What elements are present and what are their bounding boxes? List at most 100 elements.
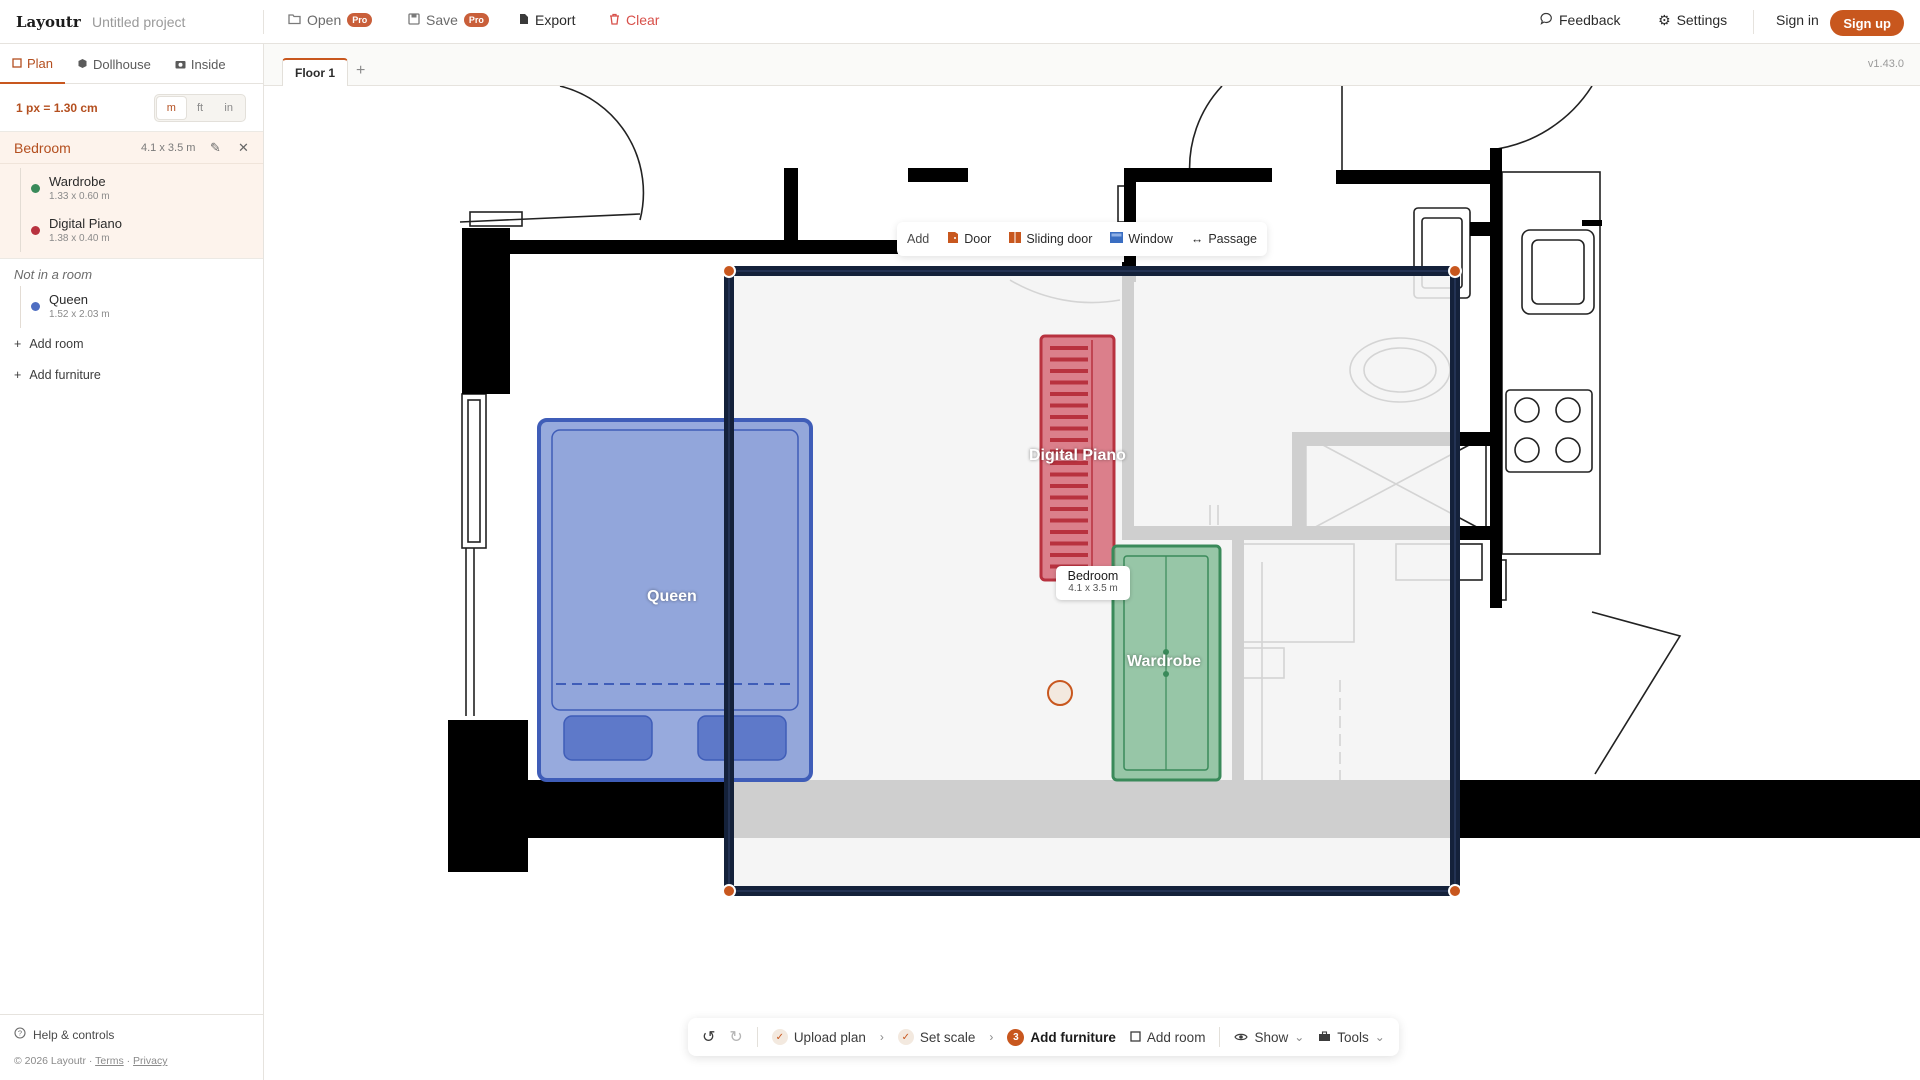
plus-icon: +	[14, 336, 22, 351]
room-tag-size: 4.1 x 3.5 m	[1068, 583, 1118, 594]
list-item[interactable]: Queen 1.52 x 2.03 m	[20, 286, 263, 328]
divider	[756, 1027, 758, 1047]
tools-menu[interactable]: Tools ⌄	[1318, 1030, 1385, 1045]
room-header[interactable]: Bedroom 4.1 x 3.5 m ✎ ✕	[0, 132, 263, 164]
eye-icon	[1234, 1030, 1249, 1045]
privacy-link[interactable]: Privacy	[133, 1055, 167, 1067]
plus-icon: +	[14, 367, 22, 382]
cube-icon	[77, 57, 88, 72]
file-icon	[519, 12, 529, 28]
bottom-toolbar: ↺ ↻ ✓ Upload plan › ✓ Set scale › 3 Add …	[688, 1018, 1399, 1056]
sign-up-button[interactable]: Sign up	[1830, 10, 1904, 36]
folder-icon	[288, 12, 301, 28]
tab-inside[interactable]: Inside	[163, 44, 238, 84]
window-icon	[1110, 232, 1124, 246]
item-name: Queen	[49, 292, 89, 307]
add-passage-button[interactable]: ↔ Passage	[1191, 232, 1257, 246]
list-item[interactable]: Wardrobe 1.33 x 0.60 m	[20, 168, 263, 210]
room-icon	[1130, 1030, 1141, 1045]
unit-m[interactable]: m	[157, 97, 186, 119]
export-button[interactable]: Export	[519, 12, 575, 28]
add-room-button[interactable]: + Add room	[0, 328, 263, 359]
floor-bar: Floor 1 + v1.43.0	[264, 44, 1920, 86]
settings-label: Settings	[1676, 12, 1728, 28]
divider	[1219, 1027, 1221, 1047]
step-number: 3	[1007, 1028, 1025, 1046]
unit-ft[interactable]: ft	[186, 97, 215, 119]
copyright-text: © 2026 Layoutr ·	[14, 1055, 93, 1067]
check-icon: ✓	[771, 1029, 788, 1045]
door-icon	[947, 231, 959, 247]
undo-button[interactable]: ↺	[702, 1027, 715, 1047]
separator-dot: ·	[126, 1055, 131, 1067]
add-door-button[interactable]: Door	[947, 231, 991, 247]
color-dot	[31, 302, 40, 311]
terms-link[interactable]: Terms	[95, 1055, 124, 1067]
pro-badge: Pro	[347, 13, 373, 27]
step-set-scale[interactable]: ✓ Set scale	[897, 1029, 975, 1045]
add-room-tool[interactable]: Add room	[1130, 1029, 1206, 1045]
room-tag-name: Bedroom	[1067, 569, 1119, 583]
room-name: Bedroom	[14, 140, 71, 156]
question-icon: ?	[14, 1027, 26, 1042]
close-icon[interactable]: ✕	[238, 140, 249, 156]
item-size: 1.38 x 0.40 m	[49, 233, 110, 244]
app-logo: Layoutr	[16, 13, 81, 31]
settings-button[interactable]: ⚙ Settings	[1658, 12, 1727, 28]
divider	[263, 10, 264, 34]
rotate-handle	[1047, 680, 1073, 706]
add-furniture-button[interactable]: + Add furniture	[0, 359, 263, 390]
sliding-door-icon	[1009, 231, 1022, 247]
plan-icon	[12, 56, 22, 71]
resize-handle	[1448, 884, 1462, 898]
scale-row: 1 px = 1.30 cm m ft in	[0, 84, 263, 132]
pencil-icon[interactable]: ✎	[210, 140, 221, 156]
list-item[interactable]: Digital Piano 1.38 x 0.40 m	[20, 210, 263, 252]
step-add-furniture[interactable]: 3 Add furniture	[1007, 1028, 1116, 1046]
save-icon	[408, 12, 420, 28]
resize-handle	[722, 264, 736, 278]
project-name[interactable]: Untitled project	[92, 14, 185, 30]
save-button[interactable]: Save Pro	[408, 12, 489, 28]
not-in-room-heading: Not in a room	[14, 267, 93, 282]
sign-in-link[interactable]: Sign in	[1776, 12, 1819, 28]
tab-dollhouse[interactable]: Dollhouse	[65, 44, 163, 84]
door-label: Door	[964, 232, 992, 246]
redo-button[interactable]: ↻	[729, 1027, 742, 1047]
add-label: Add	[907, 232, 930, 246]
add-window-button[interactable]: Window	[1110, 232, 1173, 246]
tab-floor-1[interactable]: Floor 1	[282, 58, 349, 86]
tab-label: Inside	[190, 56, 226, 72]
scale-readout: 1 px = 1.30 cm	[16, 101, 98, 115]
show-menu[interactable]: Show ⌄	[1234, 1030, 1304, 1045]
open-button[interactable]: Open Pro	[288, 12, 373, 28]
feedback-label: Feedback	[1559, 12, 1621, 28]
step-upload-plan[interactable]: ✓ Upload plan	[771, 1029, 866, 1045]
tab-plan[interactable]: Plan	[0, 44, 66, 84]
unit-in[interactable]: in	[214, 97, 243, 119]
chat-bubble-icon	[1540, 12, 1553, 28]
help-link[interactable]: ? Help & controls	[14, 1027, 114, 1042]
top-bar: Layoutr Untitled project Open Pro Save P…	[0, 0, 1920, 44]
view-tabs: Plan Dollhouse Inside	[0, 44, 263, 84]
add-room-tool-label: Add room	[1146, 1029, 1206, 1045]
check-icon: ✓	[897, 1029, 914, 1045]
svg-text:?: ?	[18, 1029, 22, 1038]
tab-label: Plan	[27, 55, 54, 71]
add-floor-button[interactable]: +	[356, 62, 365, 80]
clear-button[interactable]: Clear	[609, 12, 659, 28]
item-name: Digital Piano	[49, 216, 122, 231]
clear-label: Clear	[626, 12, 660, 28]
add-sliding-door-button[interactable]: Sliding door	[1009, 231, 1092, 247]
version-label: v1.43.0	[1867, 58, 1904, 70]
room-tag[interactable]: Bedroom 4.1 x 3.5 m	[1056, 566, 1130, 600]
tools-label: Tools	[1337, 1029, 1369, 1045]
feedback-button[interactable]: Feedback	[1540, 12, 1620, 28]
tab-label: Dollhouse	[93, 56, 151, 72]
piano-label: Digital Piano	[1029, 447, 1126, 464]
gear-icon: ⚙	[1658, 12, 1671, 28]
chevron-right-icon: ›	[879, 1030, 884, 1044]
window-label: Window	[1128, 232, 1173, 246]
add-room-label: Add room	[29, 336, 84, 351]
room-items: Wardrobe 1.33 x 0.60 m Digital Piano 1.3…	[0, 164, 263, 259]
